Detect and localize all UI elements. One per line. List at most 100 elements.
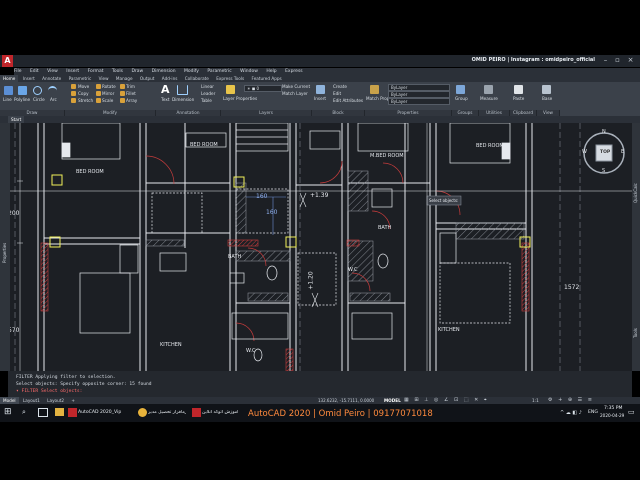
- group-icon[interactable]: [456, 85, 465, 94]
- tab-layout2[interactable]: Layout2: [44, 397, 67, 404]
- scale-tool[interactable]: Scale: [102, 98, 113, 103]
- status-toggles[interactable]: ▦ ⊞ ⊥ ◎ ∠ ⊡ ⬚ ✕ ⌖: [404, 397, 489, 403]
- clock-time[interactable]: 7:35 PM: [604, 406, 623, 411]
- autocad-taskbar-icon[interactable]: [68, 408, 77, 417]
- minimize-icon[interactable]: –: [601, 56, 610, 65]
- compass-south[interactable]: S: [602, 168, 605, 174]
- menu-file[interactable]: File: [14, 68, 22, 75]
- table-tool[interactable]: Table: [201, 98, 212, 103]
- text-icon[interactable]: A: [161, 84, 170, 95]
- insert-block-icon[interactable]: [316, 85, 325, 94]
- arc-icon[interactable]: [48, 86, 57, 94]
- tab-collaborate[interactable]: Collaborate: [182, 75, 212, 82]
- model-space-toggle[interactable]: MODEL: [384, 398, 401, 403]
- layer-dropdown[interactable]: ☀ ◼ 0: [244, 85, 282, 92]
- lineweight-dropdown[interactable]: ByLayer: [388, 98, 450, 105]
- annotation-scale[interactable]: 1:1: [532, 398, 539, 403]
- edit-attributes-tool[interactable]: Edit Attributes: [333, 98, 363, 103]
- task-view-icon[interactable]: [38, 408, 48, 417]
- make-current-tool[interactable]: Make Current: [282, 84, 310, 89]
- match-properties-icon[interactable]: [370, 85, 379, 94]
- chrome-icon[interactable]: [138, 408, 147, 417]
- file-explorer-icon[interactable]: [55, 408, 64, 416]
- status-tray[interactable]: ⚙ + ⊕ ☰ ≡: [548, 397, 594, 403]
- polyline-icon[interactable]: [18, 86, 27, 95]
- menu-express[interactable]: Express: [285, 68, 303, 75]
- tab-output[interactable]: Output: [137, 75, 158, 82]
- base-view-icon[interactable]: [542, 85, 551, 94]
- command-line[interactable]: FILTER Applying filter to selection. Sel…: [8, 371, 632, 397]
- tab-parametric[interactable]: Parametric: [66, 75, 95, 82]
- leader-tool[interactable]: Leader: [201, 91, 215, 96]
- menu-tools[interactable]: Tools: [112, 68, 123, 75]
- taskbar-app-autocad[interactable]: AutoCAD 2020_Vip: [78, 410, 121, 415]
- clock-date[interactable]: 2020-04-29: [600, 413, 624, 418]
- paste-icon[interactable]: [514, 85, 523, 94]
- windows-start-icon[interactable]: ⊞: [4, 407, 12, 417]
- language-indicator[interactable]: ENG: [588, 410, 598, 415]
- create-block-tool[interactable]: Create: [333, 84, 347, 89]
- move-tool[interactable]: Move: [78, 84, 89, 89]
- command-prompt[interactable]: ▾ FILTER Select objects:: [16, 389, 82, 394]
- tools-label[interactable]: Tools: [633, 328, 638, 338]
- tab-addins[interactable]: Add-ins: [159, 75, 181, 82]
- menu-help[interactable]: Help: [266, 68, 276, 75]
- menu-draw[interactable]: Draw: [131, 68, 143, 75]
- tab-manage[interactable]: Manage: [113, 75, 136, 82]
- tool-palette-strip[interactable]: QuickCalc Tools: [632, 123, 640, 371]
- menu-dimension[interactable]: Dimension: [152, 68, 176, 75]
- taskbar-app-tutorial[interactable]: آموزش اتوکد آنلاین: [202, 410, 244, 415]
- color-dropdown[interactable]: ByLayer: [388, 84, 450, 91]
- trim-tool[interactable]: Trim: [126, 84, 135, 89]
- copy-tool[interactable]: Copy: [78, 91, 89, 96]
- menu-modify[interactable]: Modify: [184, 68, 199, 75]
- file-tab-start[interactable]: Start: [8, 116, 25, 123]
- properties-label[interactable]: Properties: [2, 243, 7, 263]
- tab-annotate[interactable]: Annotate: [39, 75, 64, 82]
- menu-window[interactable]: Window: [240, 68, 258, 75]
- tab-layout1[interactable]: Layout1: [20, 397, 43, 404]
- autocad-logo-icon[interactable]: A: [2, 55, 13, 67]
- quickcalc-label[interactable]: QuickCalc: [633, 183, 638, 203]
- compass-east[interactable]: E: [621, 149, 624, 155]
- tab-home[interactable]: Home: [0, 75, 19, 82]
- menu-view[interactable]: View: [47, 68, 58, 75]
- restore-icon[interactable]: ▫: [613, 56, 622, 65]
- menu-edit[interactable]: Edit: [30, 68, 39, 75]
- close-icon[interactable]: ×: [626, 56, 635, 65]
- edit-block-tool[interactable]: Edit: [333, 91, 341, 96]
- menu-insert[interactable]: Insert: [66, 68, 79, 75]
- tab-featured-apps[interactable]: Featured Apps: [249, 75, 285, 82]
- linetype-dropdown[interactable]: ByLayer: [388, 91, 450, 98]
- tab-view[interactable]: View: [96, 75, 112, 82]
- coordinate-readout[interactable]: 132.6232, -15.7111, 0.0000: [318, 398, 374, 403]
- menu-format[interactable]: Format: [88, 68, 104, 75]
- mirror-tool[interactable]: Mirror: [102, 91, 114, 96]
- add-layout-button[interactable]: +: [68, 397, 78, 404]
- fillet-tool[interactable]: Fillet: [126, 91, 136, 96]
- tray-icons[interactable]: ^ ☁ ◧ ♪: [560, 410, 582, 416]
- compass-west[interactable]: W: [582, 149, 587, 155]
- autocad-taskbar-icon-2[interactable]: [192, 408, 201, 417]
- drawing-canvas[interactable]: BED ROOM BED ROOM M.BED ROOM BED ROOM BA…: [0, 123, 640, 371]
- stretch-tool[interactable]: Stretch: [78, 98, 93, 103]
- line-icon[interactable]: [4, 86, 13, 95]
- match-layer-tool[interactable]: Match Layer: [282, 91, 308, 96]
- taskbar-app-browser[interactable]: نرمافزار تحصیل مدیر - FILTE...: [148, 410, 186, 415]
- measure-icon[interactable]: [484, 85, 493, 94]
- tab-model[interactable]: Model: [0, 397, 19, 404]
- linear-tool[interactable]: Linear: [201, 84, 214, 89]
- tab-insert[interactable]: Insert: [20, 75, 38, 82]
- search-icon[interactable]: ⌕: [22, 408, 26, 417]
- notifications-icon[interactable]: ▭: [628, 408, 635, 416]
- circle-icon[interactable]: [33, 86, 42, 95]
- array-tool[interactable]: Array: [126, 98, 137, 103]
- viewcube-top[interactable]: TOP: [600, 150, 610, 155]
- layer-properties-icon[interactable]: [226, 85, 235, 94]
- properties-palette-strip[interactable]: Properties: [0, 123, 10, 371]
- dimension-icon[interactable]: [177, 85, 188, 95]
- rotate-tool[interactable]: Rotate: [102, 84, 116, 89]
- tab-express-tools[interactable]: Express Tools: [213, 75, 247, 82]
- compass-north[interactable]: N: [602, 129, 606, 135]
- menu-parametric[interactable]: Parametric: [207, 68, 231, 75]
